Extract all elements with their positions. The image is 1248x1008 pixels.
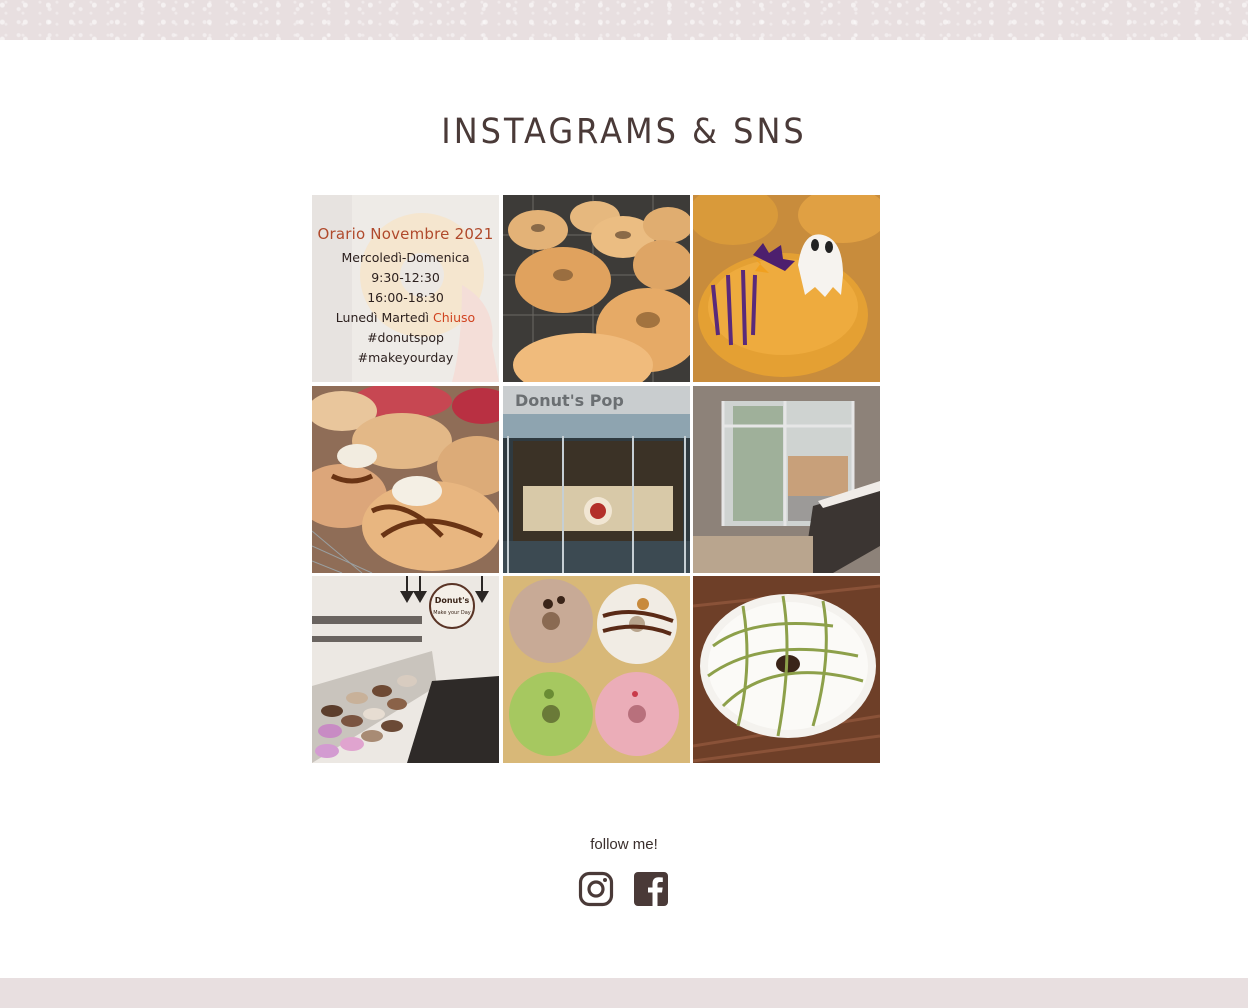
facebook-link[interactable] xyxy=(633,871,669,907)
caramel-donuts-photo xyxy=(312,385,499,573)
hashtag-donutspop: #donutspop xyxy=(367,330,444,345)
hours-morning: 9:30-12:30 xyxy=(371,270,440,285)
plain-donuts-photo xyxy=(502,195,690,382)
follow-label: follow me! xyxy=(590,836,658,853)
instagram-grid: Orario Novembre 2021 Mercoledì-Domenica … xyxy=(312,195,880,763)
shop-front-photo: Donut's Pop xyxy=(502,385,690,573)
four-donuts-photo xyxy=(502,576,690,763)
instagram-post-counter[interactable]: Donut's Make your Day xyxy=(312,576,499,763)
hours-closed-days: Lunedì Martedì xyxy=(335,310,433,325)
facebook-icon xyxy=(634,872,668,906)
instagram-post-shop-interior[interactable] xyxy=(693,385,880,573)
instagram-link[interactable] xyxy=(578,871,614,907)
hours-text: Orario Novembre 2021 Mercoledì-Domenica … xyxy=(312,225,499,368)
bottom-decorative-band xyxy=(0,978,1248,1008)
instagram-post-shop-front[interactable]: Donut's Pop xyxy=(502,385,690,573)
shop-interior-photo xyxy=(693,385,880,573)
hours-closed-word: Chiuso xyxy=(433,310,476,325)
hours-headline: Orario Novembre 2021 xyxy=(317,225,494,243)
instagram-post-matcha-donut[interactable] xyxy=(693,576,880,763)
shop-sign-text: Donut's Pop xyxy=(515,391,624,410)
logo-brand-text: Donut's xyxy=(435,596,470,605)
hours-afternoon: 16:00-18:30 xyxy=(367,290,444,305)
instagram-post-caramel-donuts[interactable] xyxy=(312,385,499,573)
matcha-donut-photo xyxy=(693,576,880,763)
hours-days: Mercoledì-Domenica xyxy=(341,250,470,265)
halloween-donut-photo xyxy=(693,195,880,382)
top-decorative-band xyxy=(0,0,1248,40)
instagram-post-hours[interactable]: Orario Novembre 2021 Mercoledì-Domenica … xyxy=(312,195,499,382)
section-title: INSTAGRAMS & SNS xyxy=(441,110,807,152)
hours-closed-line: Lunedì Martedì Chiuso xyxy=(312,308,499,328)
instagram-post-four-donuts[interactable] xyxy=(502,576,690,763)
instagram-post-plain-donuts[interactable] xyxy=(502,195,690,382)
instagram-icon xyxy=(578,871,614,907)
hashtag-makeyourday: #makeyourday xyxy=(357,350,454,365)
counter-photo: Donut's Make your Day xyxy=(312,576,499,763)
logo-tagline-text: Make your Day xyxy=(433,610,471,616)
instagram-post-halloween-donut[interactable] xyxy=(693,195,880,382)
